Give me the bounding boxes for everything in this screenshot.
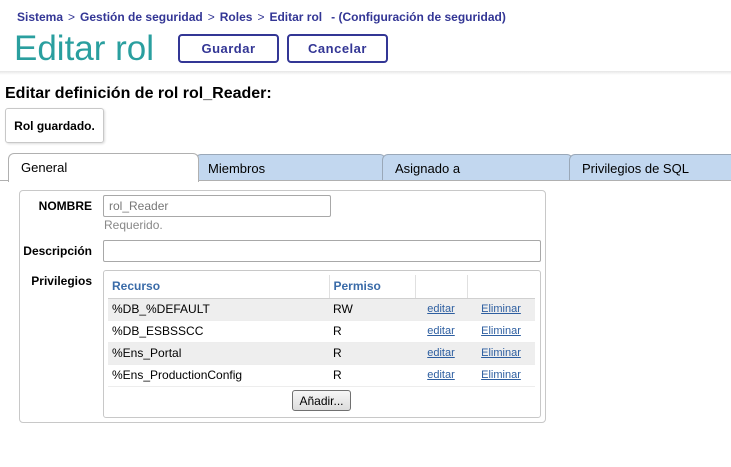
permission-cell: RW xyxy=(329,298,415,321)
name-input[interactable] xyxy=(103,195,331,217)
resource-cell: %Ens_Portal xyxy=(108,342,329,365)
permission-cell: R xyxy=(329,364,415,387)
breadcrumb-roles[interactable]: Roles xyxy=(220,10,253,24)
table-row: %Ens_ProductionConfig R editar Eliminar xyxy=(108,364,535,387)
tab-general[interactable]: General xyxy=(8,153,199,182)
save-button[interactable]: Guardar xyxy=(178,34,279,63)
name-label: NOMBRE xyxy=(38,199,92,213)
resource-cell: %Ens_ProductionConfig xyxy=(108,364,329,387)
description-label: Descripción xyxy=(23,244,92,258)
delete-link[interactable]: Eliminar xyxy=(481,325,521,337)
breadcrumb-gestion-seguridad[interactable]: Gestión de seguridad xyxy=(80,10,203,24)
add-privilege-button[interactable]: Añadir... xyxy=(292,390,351,411)
tab-miembros[interactable]: Miembros xyxy=(195,154,386,181)
table-header-row: Recurso Permiso xyxy=(108,275,535,299)
privileges-label: Privilegios xyxy=(31,274,92,288)
section-title: Editar definición de rol rol_Reader: xyxy=(5,85,272,102)
breadcrumb-separator: > xyxy=(207,10,215,24)
cancel-button[interactable]: Cancelar xyxy=(287,34,388,63)
tab-bar: General Miembros Asignado a Privilegios … xyxy=(0,153,731,182)
column-header-edit xyxy=(415,275,468,299)
column-header-permission[interactable]: Permiso xyxy=(329,275,416,299)
breadcrumb-separator: > xyxy=(68,10,76,24)
name-required-hint: Requerido. xyxy=(104,218,163,232)
breadcrumb-sistema[interactable]: Sistema xyxy=(17,10,63,24)
delete-link[interactable]: Eliminar xyxy=(481,303,521,315)
header-divider xyxy=(0,71,731,75)
resource-cell: %DB_ESBSSCC xyxy=(108,320,329,343)
edit-link[interactable]: editar xyxy=(427,325,455,337)
tab-privilegios-sql[interactable]: Privilegios de SQL xyxy=(569,154,731,181)
description-input[interactable] xyxy=(103,240,541,262)
column-header-delete xyxy=(467,275,535,299)
privileges-table: Recurso Permiso %DB_%DEFAULT RW editar E… xyxy=(108,275,535,387)
breadcrumb-editar-rol: Editar rol xyxy=(269,10,323,24)
column-header-resource[interactable]: Recurso xyxy=(108,275,330,299)
table-row: %DB_ESBSSCC R editar Eliminar xyxy=(108,320,535,343)
resource-cell: %DB_%DEFAULT xyxy=(108,298,329,321)
breadcrumb: Sistema > Gestión de seguridad > Roles >… xyxy=(17,10,506,24)
table-row: %DB_%DEFAULT RW editar Eliminar xyxy=(108,298,535,321)
permission-cell: R xyxy=(329,320,415,343)
tab-asignado-a[interactable]: Asignado a xyxy=(382,154,573,181)
edit-link[interactable]: editar xyxy=(427,369,455,381)
permission-cell: R xyxy=(329,342,415,365)
edit-link[interactable]: editar xyxy=(427,347,455,359)
status-message: Rol guardado. xyxy=(5,108,104,143)
edit-link[interactable]: editar xyxy=(427,303,455,315)
breadcrumb-context: - (Configuración de seguridad) xyxy=(331,10,506,24)
table-row: %Ens_Portal R editar Eliminar xyxy=(108,342,535,365)
delete-link[interactable]: Eliminar xyxy=(481,347,521,359)
breadcrumb-separator: > xyxy=(257,10,265,24)
page-title: Editar rol xyxy=(14,29,155,68)
delete-link[interactable]: Eliminar xyxy=(481,369,521,381)
